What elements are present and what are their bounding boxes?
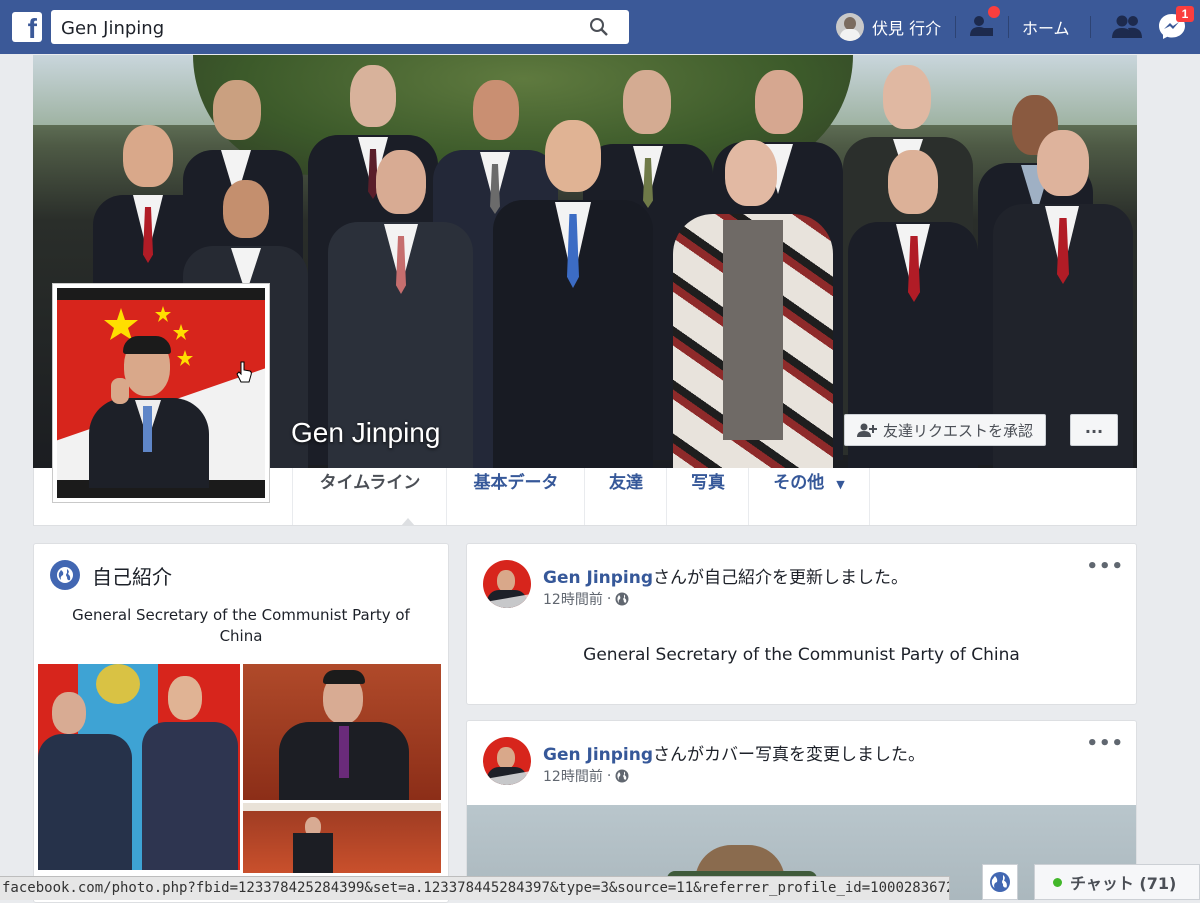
public-globe-icon[interactable] — [615, 592, 629, 606]
photo-thumbnail[interactable] — [38, 664, 240, 870]
intro-title: 自己紹介 — [92, 564, 172, 589]
intro-bio: General Secretary of the Communist Party… — [72, 606, 410, 645]
tab-friends[interactable]: 友達 — [584, 468, 667, 525]
divider — [1090, 16, 1091, 38]
post-body: General Secretary of the Communist Party… — [583, 645, 1020, 665]
messenger-button[interactable]: 1 — [1158, 6, 1194, 44]
post-options-button[interactable]: ••• — [1086, 556, 1124, 577]
photo-thumbnail[interactable] — [243, 803, 441, 873]
profile-more-button[interactable]: ... — [1070, 414, 1118, 446]
facebook-logo[interactable]: f — [12, 12, 42, 42]
post-action: さんがカバー写真を変更しました。 — [653, 745, 926, 765]
hand-cursor-icon — [236, 361, 252, 383]
language-globe-button[interactable] — [982, 864, 1018, 900]
user-name: 伏見 行介 — [872, 19, 942, 38]
chat-sidebar-toggle[interactable]: チャット (71) — [1034, 864, 1200, 900]
post-action: さんが自己紹介を更新しました。 — [653, 568, 909, 588]
profile-name[interactable]: Gen Jinping — [291, 417, 440, 449]
intro-card: 自己紹介 General Secretary of the Communist … — [33, 543, 449, 903]
post-timestamp[interactable]: 12時間前 — [543, 589, 603, 609]
messages-badge: 1 — [1176, 6, 1194, 22]
friend-requests-button[interactable] — [968, 6, 1000, 44]
notification-badge — [988, 6, 1000, 18]
feed-post: Gen Jinpingさんが自己紹介を更新しました。 12時間前 · ••• G… — [466, 543, 1137, 705]
globe-icon — [990, 872, 1010, 892]
post-headline: Gen Jinpingさんがカバー写真を変更しました。 — [543, 740, 925, 765]
post-avatar[interactable] — [483, 737, 531, 785]
tab-more[interactable]: その他 ▼ — [748, 468, 870, 525]
tab-more-label: その他 — [773, 473, 825, 493]
profile-shortcut[interactable]: 伏見 行介 — [836, 10, 941, 44]
search-input[interactable] — [59, 14, 583, 42]
photo-thumbnail[interactable] — [243, 664, 441, 800]
dot-separator: · — [606, 768, 612, 784]
post-author-link[interactable]: Gen Jinping — [543, 568, 653, 588]
post-meta: 12時間前 · — [543, 589, 629, 609]
add-friend-icon — [857, 423, 877, 437]
accept-friend-request-label: 友達リクエストを承認 — [883, 421, 1034, 440]
tab-about[interactable]: 基本データ — [446, 468, 585, 525]
tab-timeline[interactable]: タイムライン — [292, 468, 447, 525]
online-status-dot — [1053, 877, 1062, 887]
divider — [955, 16, 956, 38]
accept-friend-request-button[interactable]: 友達リクエストを承認 — [844, 414, 1047, 446]
post-headline: Gen Jinpingさんが自己紹介を更新しました。 — [543, 563, 908, 588]
post-timestamp[interactable]: 12時間前 — [543, 766, 603, 786]
person — [673, 140, 833, 468]
user-avatar — [836, 13, 864, 41]
divider — [1008, 16, 1009, 38]
public-globe-icon[interactable] — [615, 769, 629, 783]
home-link[interactable]: ホーム — [1022, 15, 1070, 39]
dot-separator: · — [606, 591, 612, 607]
search-box[interactable] — [51, 10, 629, 44]
person — [493, 120, 653, 468]
person-waving — [69, 336, 209, 488]
active-tab-caret — [401, 518, 415, 526]
post-avatar[interactable] — [483, 560, 531, 608]
globe-icon — [50, 560, 80, 590]
post-meta: 12時間前 · — [543, 766, 629, 786]
post-author-link[interactable]: Gen Jinping — [543, 745, 653, 765]
chat-label: チャット (71) — [1070, 874, 1177, 893]
friends-button[interactable] — [1110, 12, 1144, 44]
profile-picture[interactable] — [52, 283, 270, 503]
top-navigation-bar: f 伏見 行介 ホーム — [0, 0, 1200, 54]
chevron-down-icon: ▼ — [836, 478, 845, 491]
tab-photos[interactable]: 写真 — [666, 468, 749, 525]
post-options-button[interactable]: ••• — [1086, 733, 1124, 754]
friends-icon — [1112, 15, 1142, 38]
search-icon[interactable] — [589, 17, 609, 37]
browser-status-url: facebook.com/photo.php?fbid=123378425284… — [0, 876, 950, 900]
